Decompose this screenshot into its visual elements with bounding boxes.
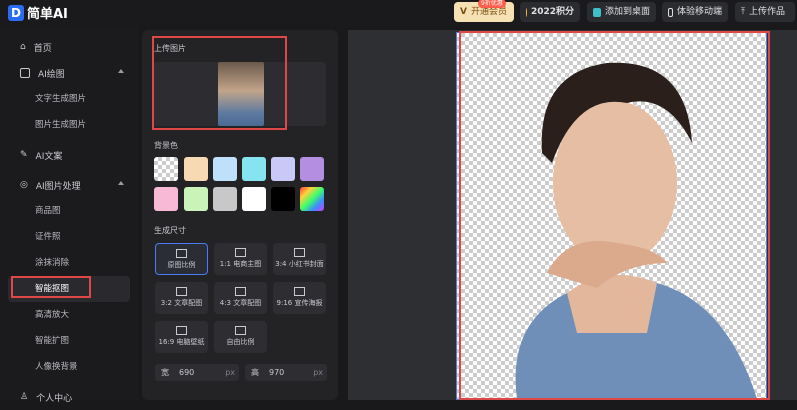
image-process-icon: ◎ [20,180,28,190]
swatch-white[interactable] [242,187,266,211]
height-field[interactable]: 高 970 px [245,364,327,381]
chevron-up-icon [118,181,124,185]
sidebar-item-id-photo[interactable]: 证件照 [0,224,138,250]
height-label: 高 [251,368,259,377]
sidebar-item-label: 首页 [33,43,52,54]
vip-discount-badge: 9折优惠 [478,0,506,8]
swatch-light-green[interactable] [184,187,208,211]
app-logo[interactable]: D 简单AI [8,3,68,22]
size-option-4-3[interactable]: 4:3 文章配图 [214,282,267,314]
home-icon: ⌂ [20,42,26,52]
highlight-box-upload [152,36,287,130]
add-to-desktop-button[interactable]: 添加到桌面 [587,2,656,22]
coin-icon [526,7,527,17]
upload-work-label: 上传作品 [748,7,785,17]
top-bar: D 简单AI V 开通会员 9折优惠 2022积分 添加到桌面 体验移动端 ⤒ … [0,0,797,26]
sidebar-item-label: AI图片处理 [35,181,81,192]
swatch-purple[interactable] [300,157,324,181]
size-option-label: 1:1 电商主图 [219,260,262,268]
size-option-label: 3:2 文章配图 [160,299,203,307]
size-option-label: 4:3 文章配图 [219,299,262,307]
app-name: 简单AI [27,7,68,22]
swatch-black[interactable] [271,187,295,211]
sidebar-item-ai-copy[interactable]: ✎ AI文案 [0,142,138,168]
sidebar-group-ai-draw[interactable]: AI绘图 [0,60,138,86]
swatch-pink[interactable] [154,187,178,211]
ratio-icon [176,287,187,296]
size-label: 生成尺寸 [154,226,186,235]
swatch-gray[interactable] [213,187,237,211]
ratio-icon [294,287,305,296]
sidebar: ⌂ 首页 AI绘图 文字生成图片 图片生成图片 ✎ AI文案 ◎ AI图片处理 … [0,26,138,404]
width-field[interactable]: 宽 690 px [155,364,239,381]
sidebar-item-smart-expand[interactable]: 智能扩图 [0,328,138,354]
ratio-icon [235,248,246,257]
sidebar-item-hd-upscale[interactable]: 高清放大 [0,302,138,328]
swatch-custom-rainbow[interactable] [300,187,324,211]
swatch-lavender[interactable] [271,157,295,181]
size-option-free[interactable]: 自由比例 [214,321,267,353]
sidebar-item-image-to-image[interactable]: 图片生成图片 [0,112,138,138]
mobile-label: 体验移动端 [676,7,722,17]
ratio-icon [235,326,246,335]
size-option-9-16[interactable]: 9:16 宣传海报 [273,282,326,314]
width-value[interactable]: 690 [179,364,194,381]
ratio-icon [235,287,246,296]
swatch-transparent[interactable] [154,157,178,181]
size-option-label: 16:9 电脑壁纸 [158,338,205,346]
sidebar-item-text-to-image[interactable]: 文字生成图片 [0,86,138,112]
user-icon: ♙ [20,392,29,402]
sidebar-item-personal-center[interactable]: ♙ 个人中心 [0,384,138,410]
sidebar-item-home[interactable]: ⌂ 首页 [0,34,138,60]
size-option-3-4[interactable]: 3:4 小红书封面 [273,243,326,275]
points-label: 2022积分 [530,7,574,17]
chevron-up-icon [118,69,124,73]
desktop-icon [593,7,601,17]
swatch-peach[interactable] [184,157,208,181]
mobile-button[interactable]: 体验移动端 [662,2,728,22]
height-value[interactable]: 970 [269,364,284,381]
size-option-label: 自由比例 [226,338,255,346]
sidebar-item-label: AI绘图 [38,69,65,80]
copywriting-icon: ✎ [20,150,28,160]
highlight-box-cutout [11,276,91,298]
size-option-3-2[interactable]: 3:2 文章配图 [155,282,208,314]
sidebar-item-product-image[interactable]: 商品图 [0,198,138,224]
upload-work-button[interactable]: ⤒ 上传作品 [735,2,795,22]
upload-icon: ⤒ [741,7,745,17]
add-to-desktop-label: 添加到桌面 [604,7,650,17]
image-icon [20,68,30,78]
swatch-light-blue[interactable] [213,157,237,181]
points-button[interactable]: 2022积分 [520,2,580,22]
highlight-box-result [459,31,770,400]
size-option-1-1[interactable]: 1:1 电商主图 [214,243,267,275]
phone-icon [668,7,673,17]
sidebar-item-label: AI文案 [35,151,63,162]
size-option-label: 3:4 小红书封面 [275,260,324,268]
size-option-label: 9:16 宣传海报 [276,299,323,307]
logo-mark: D [8,4,24,21]
ratio-icon [176,249,187,258]
width-label: 宽 [161,368,169,377]
vip-icon: V [460,7,467,17]
swatch-cyan[interactable] [242,157,266,181]
sidebar-group-ai-image-process[interactable]: ◎ AI图片处理 [0,172,138,198]
size-option-label: 原图比例 [167,261,196,269]
sidebar-item-label: 个人中心 [36,393,73,404]
size-option-original[interactable]: 原图比例 [155,243,208,275]
sidebar-item-erase[interactable]: 涂抹消除 [0,250,138,276]
height-unit: px [313,368,323,377]
ratio-icon [294,248,305,257]
size-option-16-9[interactable]: 16:9 电脑壁纸 [155,321,208,353]
ratio-icon [176,326,187,335]
sidebar-item-portrait-bg[interactable]: 人像换背景 [0,354,138,380]
bg-color-label: 背景色 [154,141,178,150]
width-unit: px [225,368,235,377]
